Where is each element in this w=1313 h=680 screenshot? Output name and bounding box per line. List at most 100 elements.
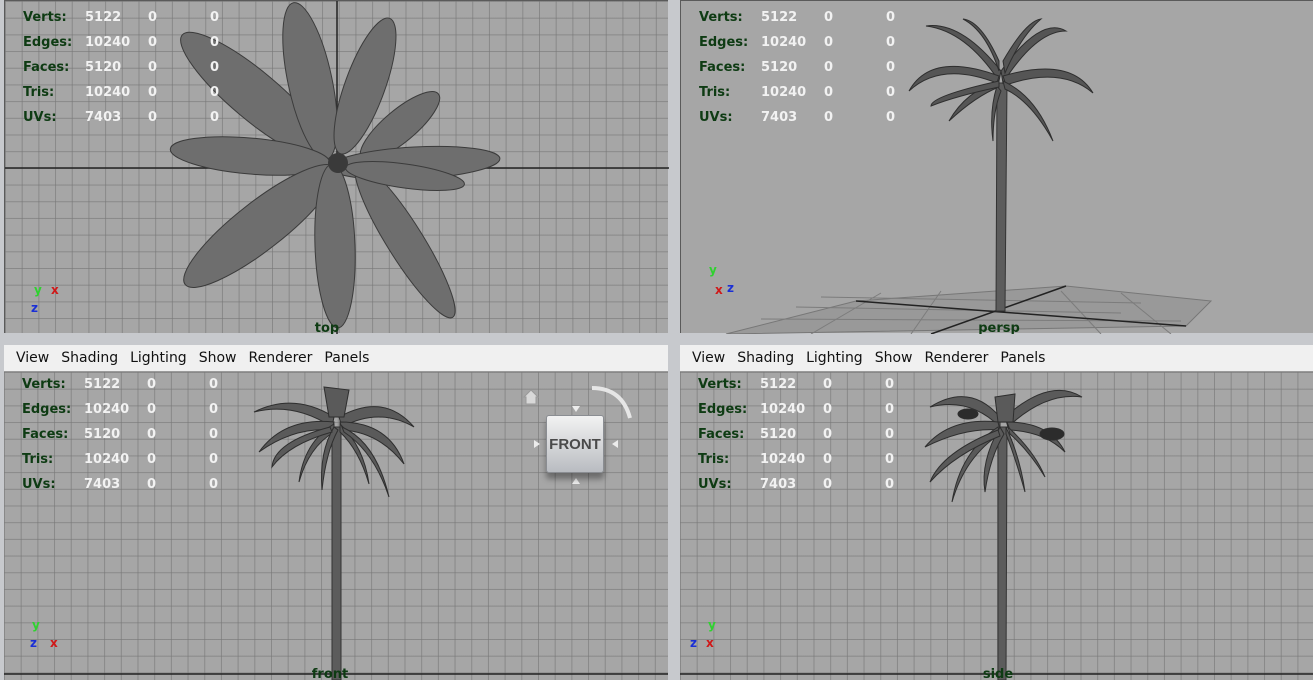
camera-label: side	[982, 667, 1014, 680]
hud-value: 0	[885, 452, 895, 467]
axis-z-label: z	[690, 636, 697, 650]
viewport-side[interactable]: View Shading Lighting Show Renderer Pane…	[680, 345, 1313, 680]
hud-value: 0	[209, 427, 219, 442]
hud-value: 0	[210, 110, 220, 125]
menu-renderer[interactable]: Renderer	[242, 350, 318, 366]
hud-value: 7403	[760, 477, 797, 492]
hud-value: 0	[823, 452, 833, 467]
hud-value: 5122	[761, 10, 798, 25]
viewcube-front-face[interactable]: FRONT	[546, 415, 604, 473]
pane-divider-horizontal[interactable]	[0, 333, 1313, 345]
camera-label: top	[314, 321, 340, 335]
hud-value: 0	[824, 10, 834, 25]
menu-show[interactable]: Show	[193, 350, 243, 366]
hud-value: 0	[824, 85, 834, 100]
hud-label: UVs:	[23, 110, 57, 125]
hud-label: UVs:	[699, 110, 733, 125]
menu-panels[interactable]: Panels	[994, 350, 1051, 366]
menu-lighting[interactable]: Lighting	[800, 350, 869, 366]
hud-value: 0	[823, 427, 833, 442]
hud-value: 0	[147, 377, 157, 392]
hud-label: Tris:	[23, 85, 55, 100]
viewport-persp-canvas[interactable]: Verts: 5122 0 0 Edges: 10240 0 0 Faces: 5120 0 0 …	[681, 1, 1313, 334]
hud-value: 0	[823, 377, 833, 392]
hud-value: 10240	[760, 452, 806, 467]
hud-value: 0	[210, 35, 220, 50]
hud-value: 0	[886, 10, 896, 25]
hud-label: Verts:	[698, 377, 742, 392]
hud-value: 0	[886, 60, 896, 75]
menu-view[interactable]: View	[10, 350, 55, 366]
hud-label: UVs:	[698, 477, 732, 492]
menu-shading[interactable]: Shading	[731, 350, 800, 366]
hud-stats: Verts: 5122 0 0 Edges: 10240 0 0 Faces: 5120 0 0 …	[23, 5, 240, 130]
viewport-front-canvas[interactable]: Verts: 5122 0 0 Edges: 10240 0 0 Faces: 5120 0 0 …	[4, 372, 668, 680]
hud-label: Tris:	[698, 452, 730, 467]
hud-value: 5122	[760, 377, 797, 392]
hud-label: Tris:	[22, 452, 54, 467]
hud-label: Verts:	[22, 377, 66, 392]
menu-view[interactable]: View	[686, 350, 731, 366]
hud-label: Verts:	[699, 10, 743, 25]
hud-value: 0	[885, 377, 895, 392]
axis-z-label: z	[31, 301, 38, 315]
menu-renderer[interactable]: Renderer	[918, 350, 994, 366]
viewcube[interactable]: FRONT	[522, 378, 642, 488]
viewport-top-canvas[interactable]: Verts: 5122 0 0 Edges: 10240 0 0 Faces: 5120 0 0 …	[5, 1, 669, 334]
hud-value: 0	[148, 110, 158, 125]
viewport-persp[interactable]: Verts: 5122 0 0 Edges: 10240 0 0 Faces: 5120 0 0 …	[680, 0, 1313, 335]
hud-value: 5122	[85, 10, 122, 25]
pane-divider-vertical[interactable]	[668, 0, 680, 680]
hud-value: 10240	[85, 85, 131, 100]
hud-value: 0	[209, 377, 219, 392]
hud-value: 0	[885, 402, 895, 417]
axis-gizmo: y x z	[707, 263, 747, 307]
hud-label: Tris:	[699, 85, 731, 100]
menu-show[interactable]: Show	[869, 350, 919, 366]
hud-label: Faces:	[23, 60, 70, 75]
panel-menubar: View Shading Lighting Show Renderer Pane…	[680, 345, 1313, 372]
axis-y-label: y	[709, 263, 717, 277]
camera-label: persp	[978, 321, 1020, 335]
hud-value: 0	[824, 35, 834, 50]
hud-value: 0	[823, 477, 833, 492]
axis-x-label: x	[50, 636, 58, 650]
hud-label: UVs:	[22, 477, 56, 492]
hud-value: 10240	[85, 35, 131, 50]
hud-stats: Verts: 5122 0 0 Edges: 10240 0 0 Faces: 5120 0 0 …	[699, 5, 916, 130]
hud-value: 0	[209, 477, 219, 492]
hud-label: Faces:	[698, 427, 745, 442]
hud-value: 10240	[761, 85, 807, 100]
hud-value: 0	[210, 85, 220, 100]
viewport-side-canvas[interactable]: Verts: 5122 0 0 Edges: 10240 0 0 Faces: 5120 0 0 …	[680, 372, 1313, 680]
hud-label: Edges:	[22, 402, 72, 417]
hud-value: 7403	[761, 110, 798, 125]
hud-value: 0	[147, 427, 157, 442]
axis-z-label: z	[727, 281, 734, 295]
persp-ground-grid	[725, 285, 1213, 334]
viewport-front[interactable]: View Shading Lighting Show Renderer Pane…	[4, 345, 668, 680]
hud-label: Faces:	[22, 427, 69, 442]
hud-value: 5120	[85, 60, 122, 75]
hud-value: 0	[148, 85, 158, 100]
menu-lighting[interactable]: Lighting	[124, 350, 193, 366]
hud-label: Edges:	[699, 35, 749, 50]
hud-value: 0	[210, 60, 220, 75]
hud-label: Edges:	[698, 402, 748, 417]
hud-value: 10240	[84, 402, 130, 417]
panel-menubar: View Shading Lighting Show Renderer Pane…	[4, 345, 668, 372]
axis-x-label: x	[51, 283, 59, 297]
hud-value: 0	[885, 427, 895, 442]
viewport-top[interactable]: Verts: 5122 0 0 Edges: 10240 0 0 Faces: 5120 0 0 …	[4, 0, 670, 335]
hud-value: 0	[886, 110, 896, 125]
camera-label: front	[311, 667, 349, 680]
hud-value: 5120	[760, 427, 797, 442]
hud-value: 0	[147, 402, 157, 417]
axis-gizmo: y z x	[688, 618, 728, 662]
hud-label: Verts:	[23, 10, 67, 25]
hud-value: 0	[147, 452, 157, 467]
menu-shading[interactable]: Shading	[55, 350, 124, 366]
axis-y-label: y	[708, 618, 716, 632]
hud-value: 0	[148, 10, 158, 25]
menu-panels[interactable]: Panels	[318, 350, 375, 366]
